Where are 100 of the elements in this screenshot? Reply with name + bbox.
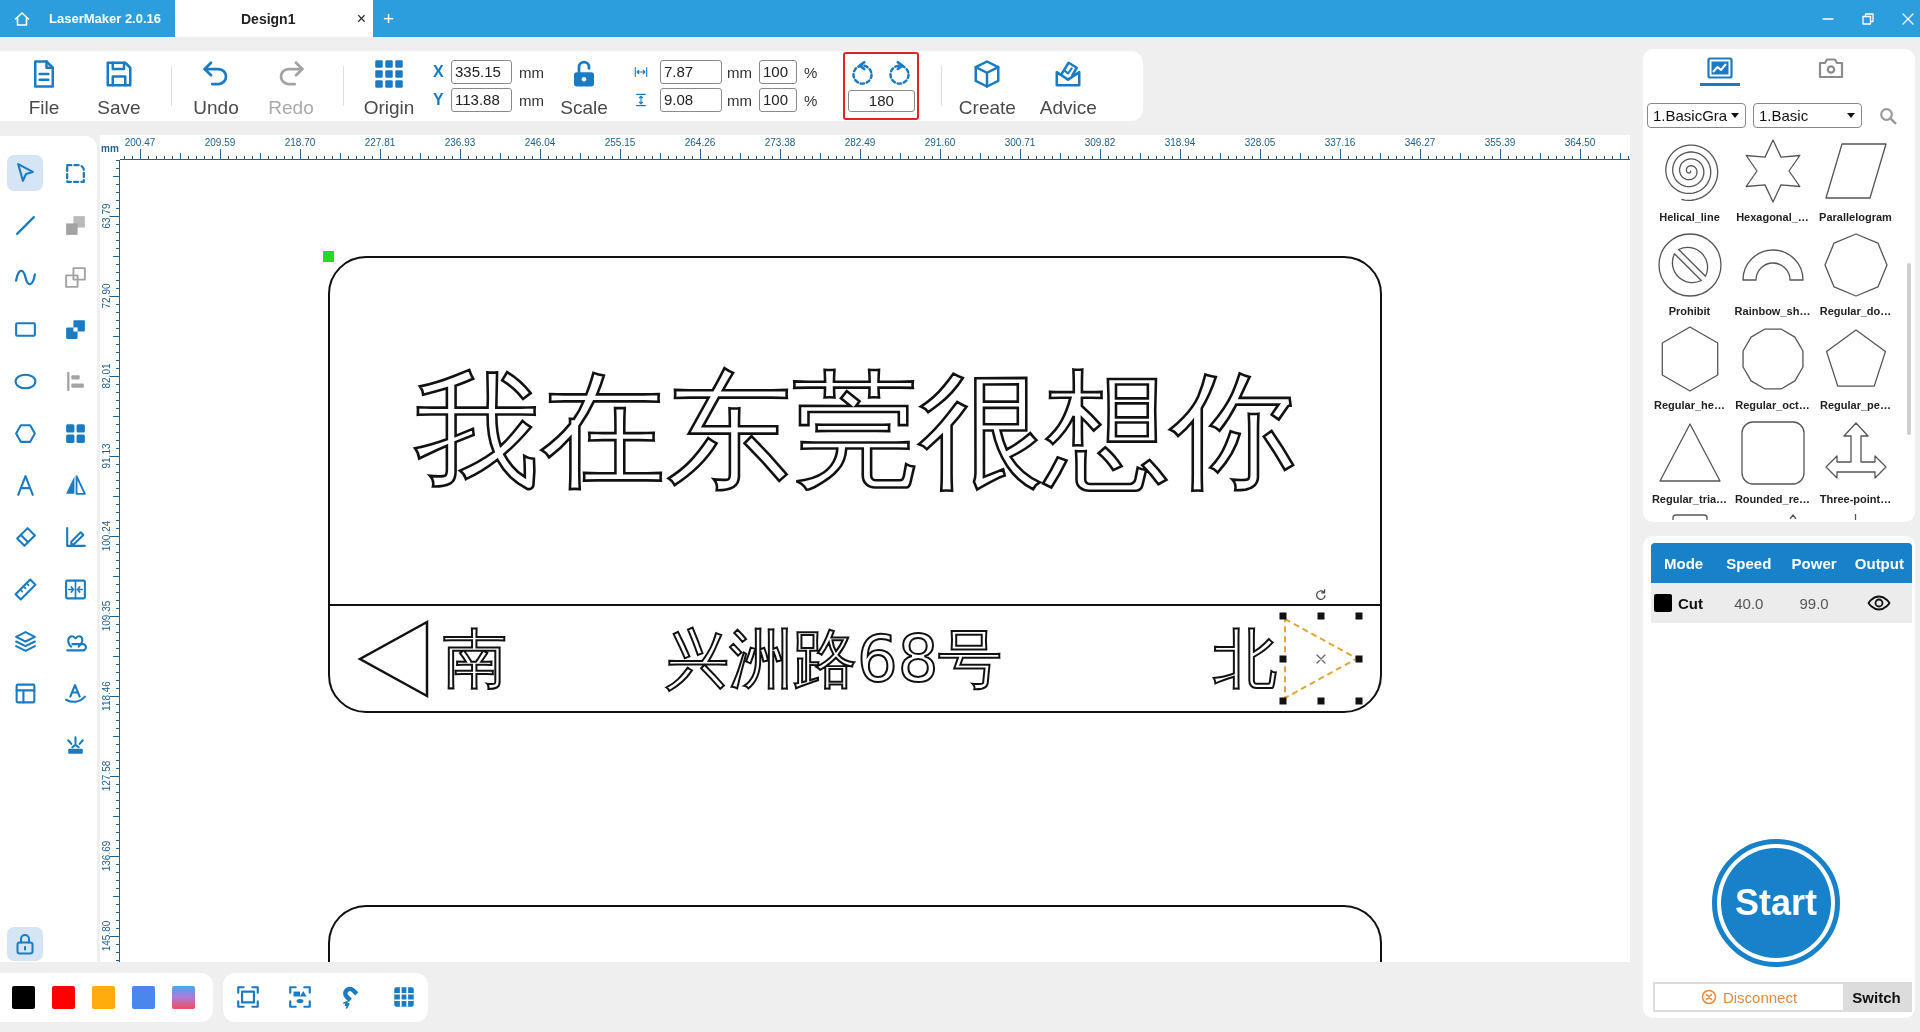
shape-label: Regular_he… — [1654, 398, 1725, 412]
category-dropdown[interactable]: 1.Basic — [1753, 103, 1862, 128]
layer-color-swatch[interactable] — [1654, 594, 1672, 612]
search-icon[interactable] — [1879, 106, 1897, 125]
headline-text[interactable]: 我在东莞很想你 — [414, 368, 1296, 494]
line-chart-icon — [1706, 56, 1734, 80]
direction-text[interactable]: 南 — [443, 626, 507, 691]
percent-field[interactable]: 100 — [759, 60, 797, 84]
switch-button[interactable]: Switch — [1843, 984, 1910, 1010]
angle-field[interactable]: 180 — [847, 90, 915, 112]
ruler-label: 127.58 — [102, 760, 112, 792]
start-button[interactable]: Start — [1712, 839, 1840, 967]
undo-button[interactable]: Undo — [186, 51, 246, 121]
dodecagon-icon[interactable] — [1739, 326, 1806, 392]
selection-handle[interactable] — [1279, 612, 1287, 620]
partial-peak-icon[interactable] — [1789, 514, 1797, 519]
ruler-label: 246.04 — [524, 138, 556, 148]
ruler-unit-label: mm — [101, 144, 119, 154]
ruler-label: 136.69 — [102, 840, 112, 872]
layer-row[interactable]: Cut 40.0 99.0 — [1651, 583, 1912, 623]
camera-icon — [1817, 56, 1845, 80]
ruler-label: 300.71 — [1004, 138, 1036, 148]
caret-icon — [1731, 113, 1739, 118]
save-button[interactable]: Save — [89, 51, 149, 121]
size-field[interactable]: 9.08 — [660, 88, 722, 112]
rounded-square-icon[interactable] — [1739, 420, 1806, 486]
column-header: Output — [1854, 554, 1904, 572]
color-swatch[interactable] — [12, 985, 35, 1009]
sign-outline[interactable]: 我在东莞很想你 南 兴洲路68号 北 — [328, 256, 1382, 713]
ruler-label: 264.26 — [684, 138, 716, 148]
ruler-label: 63.79 — [102, 203, 112, 229]
color-swatch[interactable] — [92, 985, 115, 1009]
restore-icon[interactable] — [1862, 12, 1874, 25]
octagon-icon[interactable] — [1822, 232, 1889, 298]
partial-stem-icon[interactable] — [1854, 514, 1857, 520]
ruler-label: 328.05 — [1244, 138, 1276, 148]
selection-handle[interactable] — [1279, 655, 1287, 662]
document-tab[interactable]: Design1 × — [175, 0, 373, 37]
coordinate-field[interactable]: 335.15 — [451, 60, 512, 84]
column-header: Speed — [1726, 554, 1772, 572]
selection-handle[interactable] — [1355, 697, 1363, 705]
color-swatch[interactable] — [132, 985, 155, 1009]
rotate-handle-icon[interactable] — [1315, 589, 1327, 601]
ruler-label: 200.47 — [124, 138, 156, 148]
ruler-label: 100.24 — [102, 520, 112, 552]
origin-button[interactable]: Origin — [359, 51, 419, 121]
unit-label: mm — [727, 92, 752, 108]
shape-label: Rainbow_sh… — [1734, 304, 1811, 318]
coordinate-field[interactable]: 113.88 — [451, 88, 512, 112]
x-circle-icon — [1700, 989, 1717, 1005]
ruler-label: 355.39 — [1484, 138, 1516, 148]
direction-text[interactable]: 北 — [1213, 626, 1277, 691]
ruler-icon — [12, 576, 38, 602]
selection-handle[interactable] — [1355, 612, 1363, 620]
shape-label: Prohibit — [1668, 304, 1711, 318]
category-dropdown[interactable]: 1.BasicGra — [1647, 103, 1746, 128]
ruler-label: 72.90 — [102, 283, 112, 309]
percent-field[interactable]: 100 — [759, 88, 797, 112]
sign-outline[interactable] — [328, 905, 1382, 962]
ruler-label: 318.94 — [1164, 138, 1196, 148]
size-field[interactable]: 7.87 — [660, 60, 722, 84]
grid-icon[interactable] — [391, 984, 417, 1010]
close-icon[interactable] — [1902, 12, 1914, 25]
ruler-label: 209.59 — [204, 138, 236, 148]
triangle-arrow[interactable] — [357, 618, 429, 699]
road-name-text[interactable]: 兴洲路68号 — [665, 626, 1003, 691]
shape-label: Hexagonal_… — [1736, 210, 1809, 224]
gradient-swatch[interactable] — [172, 985, 195, 1009]
table-cell: 99.0 — [1799, 594, 1829, 612]
advice-button[interactable]: Advice — [1038, 51, 1099, 121]
selection-handle[interactable] — [1355, 655, 1363, 662]
square-grid-icon — [374, 58, 404, 89]
ruler-label: 273.38 — [764, 138, 796, 148]
selection-handle[interactable] — [1317, 612, 1325, 620]
ruler-label: 227.81 — [364, 138, 396, 148]
close-tab-button[interactable]: × — [356, 10, 366, 27]
framed-square-icon[interactable] — [235, 984, 261, 1010]
file-button[interactable]: File — [14, 51, 74, 121]
table-cell: 40.0 — [1734, 594, 1764, 612]
ruler-label: 91.13 — [102, 443, 112, 469]
cube-icon — [972, 58, 1003, 89]
color-swatch[interactable] — [52, 985, 75, 1009]
selection-handle[interactable] — [1279, 697, 1287, 705]
selection-handle[interactable] — [1317, 697, 1325, 705]
home-icon[interactable] — [14, 10, 30, 27]
ruler-label: 118.46 — [102, 681, 112, 711]
prohibition-sign-icon[interactable] — [1656, 232, 1723, 298]
scrollbar-thumb[interactable] — [1907, 263, 1911, 435]
scale-button[interactable]: Scale — [559, 51, 609, 121]
create-button[interactable]: Create — [957, 51, 1018, 121]
ruler-label: 255.15 — [604, 138, 636, 148]
design-canvas[interactable]: 我在东莞很想你 南 兴洲路68号 北 — [120, 160, 1630, 962]
tool-button[interactable] — [7, 155, 43, 191]
envelope-icon — [1053, 58, 1084, 89]
ruler-label: 291.60 — [924, 138, 956, 148]
framed-shapes-icon[interactable] — [287, 984, 313, 1010]
lock-button[interactable] — [7, 927, 43, 961]
unit-label: mm — [519, 64, 544, 80]
unit-label: mm — [519, 92, 544, 108]
shape-label: Regular_oct… — [1735, 398, 1810, 412]
